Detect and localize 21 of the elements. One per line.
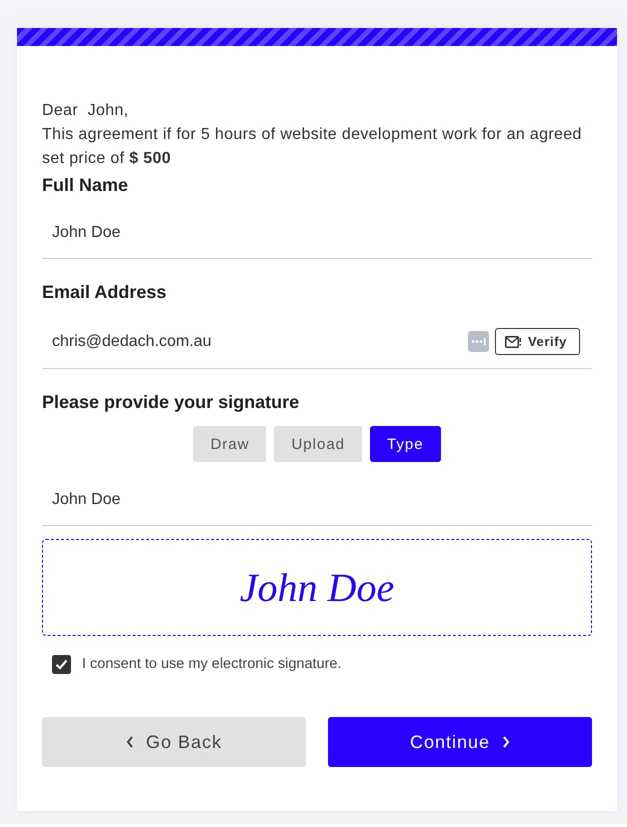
dots-icon[interactable] xyxy=(468,331,489,352)
signature-name-field[interactable]: John Doe xyxy=(42,462,592,526)
consent-checkbox[interactable] xyxy=(52,654,71,674)
field-label: Email Address xyxy=(42,281,168,303)
consent-text: I consent to use my electronic signature. xyxy=(82,656,342,672)
continue-button[interactable]: Continue xyxy=(328,717,592,767)
mail-icon xyxy=(504,336,521,348)
name-field[interactable]: John Doe xyxy=(42,196,592,259)
greeting-text: Dear John, xyxy=(42,101,130,121)
signature-label: Please provide your signature xyxy=(42,391,300,413)
signature-mode-tab[interactable]: Draw xyxy=(193,426,266,462)
field-label: Full Name xyxy=(42,174,130,196)
chevron-right-icon xyxy=(502,736,510,748)
signature-preview: John Doe xyxy=(240,564,394,612)
signature-mode-tab[interactable]: Type xyxy=(370,426,441,462)
signature-mode-tab[interactable]: Upload xyxy=(274,426,362,462)
verify-button[interactable]: Verify xyxy=(494,328,580,355)
go-back-button[interactable]: Go Back xyxy=(42,717,306,767)
agreement-text: This agreement if for 5 hours of website development work for an agreed set price of $ 500 xyxy=(42,125,583,169)
email-field[interactable]: chris@dedach.com.au Verify xyxy=(42,303,592,369)
chevron-left-icon xyxy=(126,736,134,748)
